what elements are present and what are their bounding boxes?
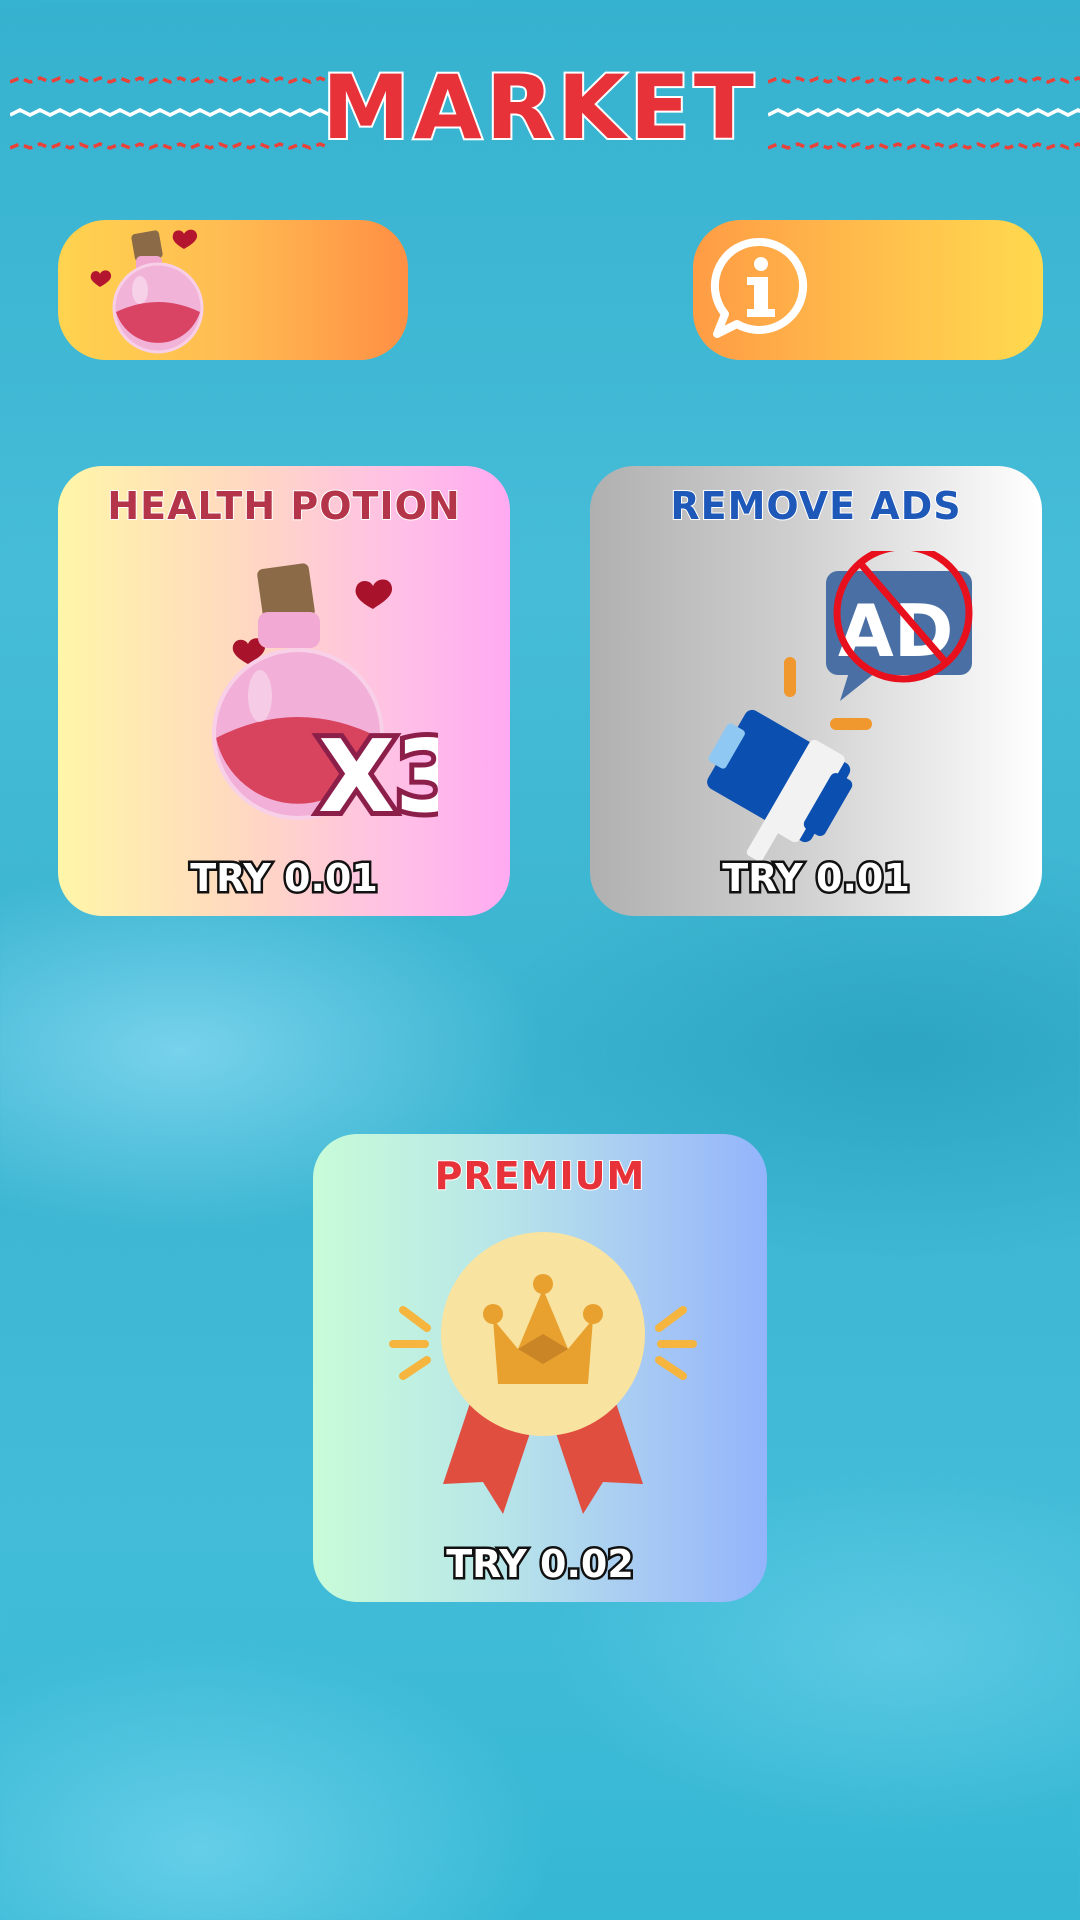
health-potion-title: HEALTH POTION	[106, 483, 461, 529]
potion-icon	[90, 229, 204, 354]
remove-ads-title: REMOVE ADS	[669, 483, 962, 529]
health-potion-card[interactable]: HEALTH POTION X3 TRY 0.01	[58, 466, 510, 916]
wave-decoration-right	[768, 76, 1080, 150]
health-potion-price: TRY 0.01	[188, 854, 381, 903]
megaphone-no-ads-icon: AD	[707, 551, 973, 861]
remove-ads-price: TRY 0.01	[720, 854, 913, 903]
crown-medal-icon	[389, 1232, 697, 1514]
potion-inventory-button[interactable]	[58, 220, 408, 360]
market-header: MARKET	[0, 50, 1080, 170]
premium-price: TRY 0.02	[444, 1540, 637, 1589]
remove-ads-card[interactable]: REMOVE ADS AD TRY 0.01	[590, 466, 1042, 916]
info-icon	[710, 237, 808, 338]
potion-multiplier: X3	[318, 718, 438, 835]
premium-title: PREMIUM	[434, 1153, 646, 1199]
premium-card[interactable]: PREMIUM TRY 0.02	[313, 1134, 767, 1602]
info-button[interactable]	[693, 220, 1043, 360]
health-potion-icon: X3	[212, 563, 438, 840]
